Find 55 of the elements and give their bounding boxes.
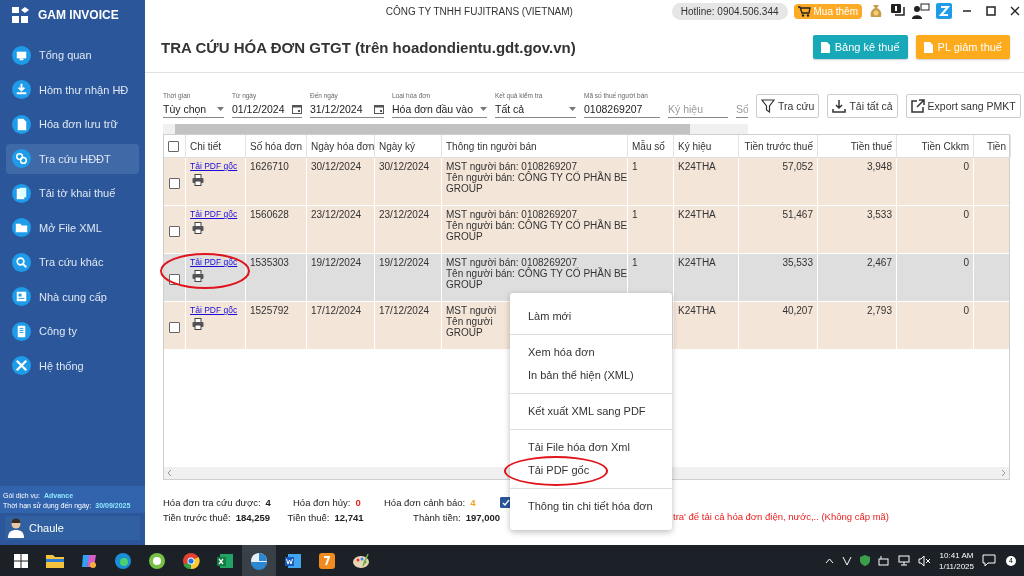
- table-cell: 3,533: [818, 206, 897, 253]
- seller-info: MST người bán: 0108269207: [446, 209, 577, 220]
- table-cell: 23/12/2024: [307, 206, 375, 253]
- table-cell: 2,467: [818, 254, 897, 301]
- table-cell: 0: [897, 206, 974, 253]
- table-cell: 23/12/2024: [375, 206, 442, 253]
- summary-stat: Hóa đơn hủy: 0: [293, 497, 362, 508]
- table-cell: 19/12/2024: [307, 254, 375, 301]
- table-cell: K24THA: [674, 206, 739, 253]
- table-cell: 30/12/2024: [375, 158, 442, 205]
- table-cell: 2,793: [818, 302, 897, 349]
- seller-info: Tên người bán: CÔNG TY CỔ PHẦN BE: [446, 220, 628, 231]
- table-cell: 51,467: [739, 206, 818, 253]
- table-cell: 40,207: [739, 302, 818, 349]
- seller-info: GROUP: [446, 327, 483, 338]
- user-name: Chaule: [29, 522, 64, 534]
- seller-info: Tên người: [446, 316, 493, 327]
- hotline-pill: Hotline: 0904.506.344: [671, 2, 788, 20]
- table-cell: 30/12/2024: [307, 158, 375, 205]
- table-cell: 0: [897, 254, 974, 301]
- table-cell: 57,052: [739, 158, 818, 205]
- seller-info: Tên người bán: CÔNG TY CỔ PHẦN BE: [446, 172, 628, 183]
- seller-info: Tên người bán: CÔNG TY CỔ PHẦN BE: [446, 268, 628, 279]
- table-cell: 19/12/2024: [375, 254, 442, 301]
- table-cell: 17/12/2024: [375, 302, 442, 349]
- table-cell: 17/12/2024: [307, 302, 375, 349]
- summary-stat: Tiền thuế: 12,741: [287, 512, 365, 523]
- seller-info: GROUP: [446, 279, 483, 290]
- seller-info: GROUP: [446, 183, 483, 194]
- table-cell: 0: [897, 302, 974, 349]
- table-cell: 1626710: [246, 158, 307, 205]
- summary-stat: Thành tiền: 197,000: [413, 512, 500, 523]
- company-name: CÔNG TY TNHH FUJITRANS (VIETNAM): [384, 5, 574, 17]
- table-cell: 3,948: [818, 158, 897, 205]
- seller-info: MST người bán: 0108269207: [446, 257, 577, 268]
- table-cell: 1535303: [246, 254, 307, 301]
- summary-stat: Hóa đơn cảnh báo: 4: [384, 497, 476, 508]
- seller-info: MST người bán: 0108269207: [446, 161, 577, 172]
- seller-info: GROUP: [446, 231, 483, 242]
- summary-stat: Hóa đơn tra cứu được: 4: [163, 497, 272, 508]
- table-cell: 0: [897, 158, 974, 205]
- table-cell: K24THA: [674, 158, 739, 205]
- seller-info: MST người: [446, 305, 497, 316]
- table-cell: 1: [632, 257, 638, 268]
- table-cell: 1: [632, 209, 638, 220]
- note-text: tra' để tải cả hóa đơn điện, nước,.. (Không cấp mã): [672, 511, 890, 522]
- table-cell: 1: [632, 161, 638, 172]
- table-cell: 1525792: [246, 302, 307, 349]
- summary-stat: Tiền trước thuế: 184,259: [163, 512, 272, 523]
- table-cell: K24THA: [674, 254, 739, 301]
- app-name: GAM INVOICE: [38, 8, 119, 22]
- table-cell: 35,533: [739, 254, 818, 301]
- table-cell: K24THA: [674, 302, 739, 349]
- page-title: TRA CỨU HÓA ĐƠN GTGT (trên hoadondientu.gdt.gov.vn): [161, 38, 577, 56]
- table-cell: 1560628: [246, 206, 307, 253]
